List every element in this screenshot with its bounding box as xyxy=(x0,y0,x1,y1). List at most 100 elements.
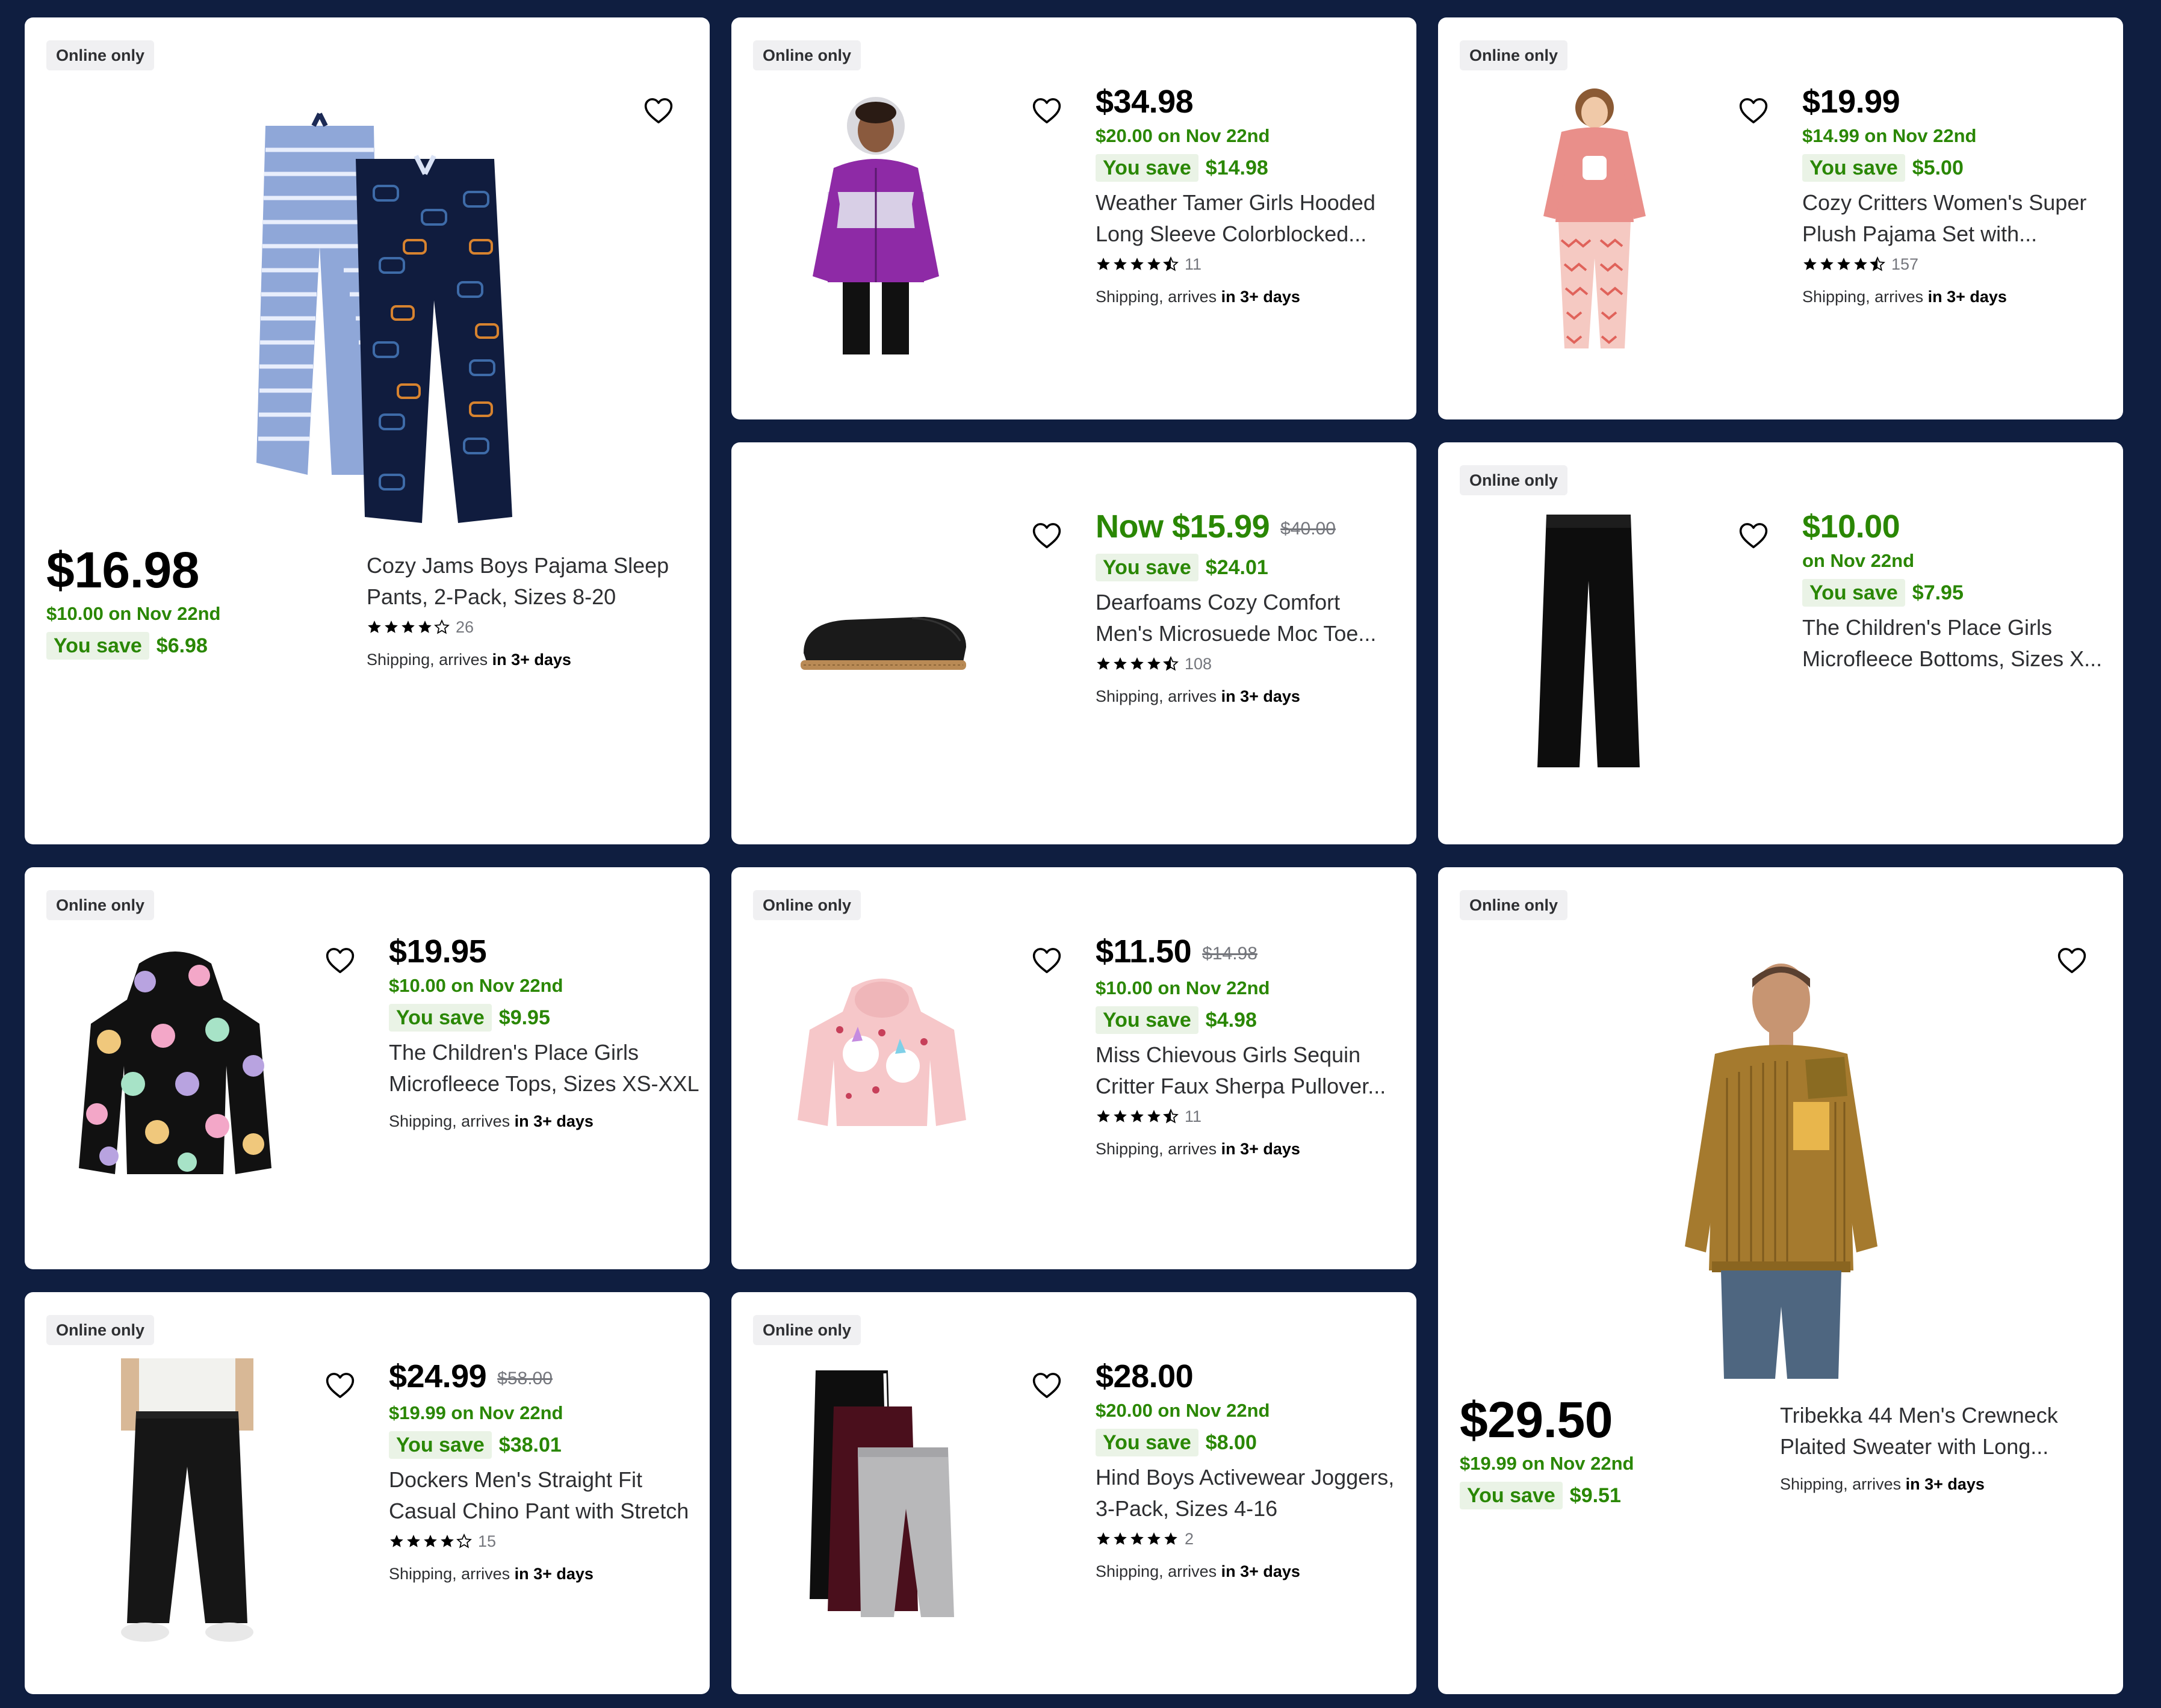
savings-row: You save $6.98 xyxy=(46,631,220,660)
deal-price: on Nov 22nd xyxy=(1802,550,1915,571)
rating-stars xyxy=(1096,1531,1179,1547)
product-card-childrens-place-bottoms[interactable]: Online only $10.00 on Nov 22nd You save $… xyxy=(1438,442,2123,844)
online-only-badge: Online only xyxy=(46,1315,155,1345)
favorite-heart-icon[interactable] xyxy=(1031,944,1063,977)
product-title[interactable]: Cozy Jams Boys Pajama Sleep Pants, 2-Pac… xyxy=(367,550,692,613)
product-title[interactable]: Dearfoams Cozy Comfort Men's Microsuede … xyxy=(1096,587,1409,649)
savings-row: You save $8.00 xyxy=(1096,1428,1409,1457)
product-title[interactable]: Dockers Men's Straight Fit Casual Chino … xyxy=(389,1464,702,1527)
online-only-badge: Online only xyxy=(753,1315,861,1345)
star-filled-icon xyxy=(1129,256,1145,272)
product-title[interactable]: Miss Chievous Girls Sequin Critter Faux … xyxy=(1096,1039,1409,1102)
joggers-icon[interactable] xyxy=(810,1370,966,1629)
product-title[interactable]: Tribekka 44 Men's Crewneck Plaited Sweat… xyxy=(1780,1400,2105,1462)
product-card-miss-chievous[interactable]: Online only $11.50 $14.98 $10.00 on Nov 2… xyxy=(731,867,1416,1269)
star-filled-icon xyxy=(1112,1531,1128,1547)
favorite-heart-icon[interactable] xyxy=(642,94,675,127)
favorite-heart-icon[interactable] xyxy=(324,944,356,977)
product-details: Cozy Jams Boys Pajama Sleep Pants, 2-Pac… xyxy=(367,550,692,670)
favorite-heart-icon[interactable] xyxy=(1031,94,1063,127)
you-save-label: You save xyxy=(1096,154,1198,182)
chino-pants-icon[interactable] xyxy=(103,1358,271,1659)
product-card-hind-joggers[interactable]: Online only $28.00 $20.00 on Nov 22nd Yo… xyxy=(731,1292,1416,1694)
deal-price: $19.99 on Nov 22nd xyxy=(1460,1453,1634,1474)
shipping-info: Shipping, arrives in 3+ days xyxy=(1096,687,1300,705)
product-card-childrens-place-tops[interactable]: Online only $19.95 $10.00 on Nov 22nd Yo… xyxy=(25,867,710,1269)
star-filled-icon xyxy=(1163,1531,1179,1547)
pajama-set-icon[interactable] xyxy=(1534,84,1655,367)
favorite-heart-icon[interactable] xyxy=(1031,519,1063,552)
puffer-jacket-icon[interactable] xyxy=(804,84,948,360)
rating-row: 11 xyxy=(1096,253,1409,275)
sweater-model-icon[interactable] xyxy=(1673,958,1890,1379)
shipping-info: Shipping, arrives in 3+ days xyxy=(389,1112,594,1130)
star-filled-icon xyxy=(1802,256,1818,272)
star-filled-icon xyxy=(383,619,399,635)
savings-amount: $14.98 xyxy=(1205,156,1268,179)
favorite-heart-icon[interactable] xyxy=(1737,519,1770,552)
deal-price: $10.00 on Nov 22nd xyxy=(46,603,221,624)
savings-row: You save $9.51 xyxy=(1460,1481,1634,1510)
product-title[interactable]: The Children's Place Girls Microfleece B… xyxy=(1802,612,2115,675)
you-save-label: You save xyxy=(1096,553,1198,581)
product-title[interactable]: Cozy Critters Women's Super Plush Pajama… xyxy=(1802,187,2115,250)
favorite-heart-icon[interactable] xyxy=(324,1369,356,1402)
savings-row: You save $24.01 xyxy=(1096,553,1409,582)
product-price: Now $15.99 $40.00 xyxy=(1096,509,1336,545)
rating-stars xyxy=(389,1533,472,1549)
savings-amount: $4.98 xyxy=(1205,1008,1257,1032)
favorite-heart-icon[interactable] xyxy=(2056,944,2088,977)
star-half-icon xyxy=(1163,1109,1179,1124)
star-filled-icon xyxy=(1096,256,1111,272)
star-empty-icon xyxy=(434,619,450,635)
star-filled-icon xyxy=(1112,656,1128,672)
you-save-label: You save xyxy=(389,1431,492,1459)
you-save-label: You save xyxy=(46,632,149,660)
favorite-heart-icon[interactable] xyxy=(1031,1369,1063,1402)
shipping-info: Shipping, arrives in 3+ days xyxy=(367,651,571,669)
product-price: $34.98 xyxy=(1096,84,1194,120)
deal-price: $20.00 on Nov 22nd xyxy=(1096,1400,1270,1421)
product-card-cozy-critters[interactable]: Online only $19.99 $14.99 on Nov 22nd Yo… xyxy=(1438,17,2123,419)
favorite-heart-icon[interactable] xyxy=(1737,94,1770,127)
product-title[interactable]: Weather Tamer Girls Hooded Long Sleeve C… xyxy=(1096,187,1409,250)
star-empty-icon xyxy=(456,1533,472,1549)
review-count: 26 xyxy=(456,618,474,636)
product-price: $24.99 $58.00 xyxy=(389,1358,553,1394)
product-card-dockers[interactable]: Online only $24.99 $58.00 $19.99 on Nov 2… xyxy=(25,1292,710,1694)
slipper-icon[interactable] xyxy=(792,605,972,677)
product-price-block: $29.50 $19.99 on Nov 22nd You save $9.51 xyxy=(1460,1391,1634,1510)
deal-price: $10.00 on Nov 22nd xyxy=(1096,977,1270,998)
rating-stars xyxy=(367,619,450,635)
product-card-dearfoams[interactable]: Now $15.99 $40.00 You save $24.01 Dearfoam… xyxy=(731,442,1416,844)
savings-row: You save $14.98 xyxy=(1096,153,1409,182)
product-title[interactable]: Hind Boys Activewear Joggers, 3-Pack, Si… xyxy=(1096,1462,1409,1524)
smiley-hoodie-icon[interactable] xyxy=(73,945,277,1186)
unicorn-hoodie-icon[interactable] xyxy=(792,976,972,1132)
savings-amount: $8.00 xyxy=(1205,1431,1257,1454)
product-card-weather-tamer[interactable]: Online only $34.98 $20.00 on Nov 22nd Yo… xyxy=(731,17,1416,419)
product-price: $19.95 xyxy=(389,933,487,970)
product-card-cozy-jams[interactable]: Online only $16.98 $10.00 on Nov 22nd Yo… xyxy=(25,17,710,844)
black-pants-icon[interactable] xyxy=(1528,509,1649,773)
deal-price: $10.00 on Nov 22nd xyxy=(389,975,563,996)
you-save-label: You save xyxy=(1096,1006,1198,1034)
star-filled-icon xyxy=(389,1533,405,1549)
savings-amount: $9.51 xyxy=(1569,1484,1621,1507)
rating-stars xyxy=(1802,256,1885,272)
deal-price: $19.99 on Nov 22nd xyxy=(389,1402,563,1423)
star-filled-icon xyxy=(406,1533,421,1549)
online-only-badge: Online only xyxy=(46,40,155,70)
product-card-tribekka[interactable]: Online only $29.50 $19.99 on Nov 22nd Yo… xyxy=(1438,867,2123,1694)
product-details: $19.95 $10.00 on Nov 22nd You save $9.95 … xyxy=(389,932,702,1132)
review-count: 11 xyxy=(1185,255,1202,273)
star-filled-icon xyxy=(1836,256,1852,272)
star-filled-icon xyxy=(1129,656,1145,672)
star-filled-icon xyxy=(400,619,416,635)
pajama-pants-icon[interactable] xyxy=(229,102,542,535)
product-title[interactable]: The Children's Place Girls Microfleece T… xyxy=(389,1037,702,1100)
star-filled-icon xyxy=(1129,1531,1145,1547)
savings-amount: $9.95 xyxy=(498,1006,550,1029)
product-price: $11.50 $14.98 xyxy=(1096,933,1257,970)
product-price: $10.00 xyxy=(1802,509,1900,545)
